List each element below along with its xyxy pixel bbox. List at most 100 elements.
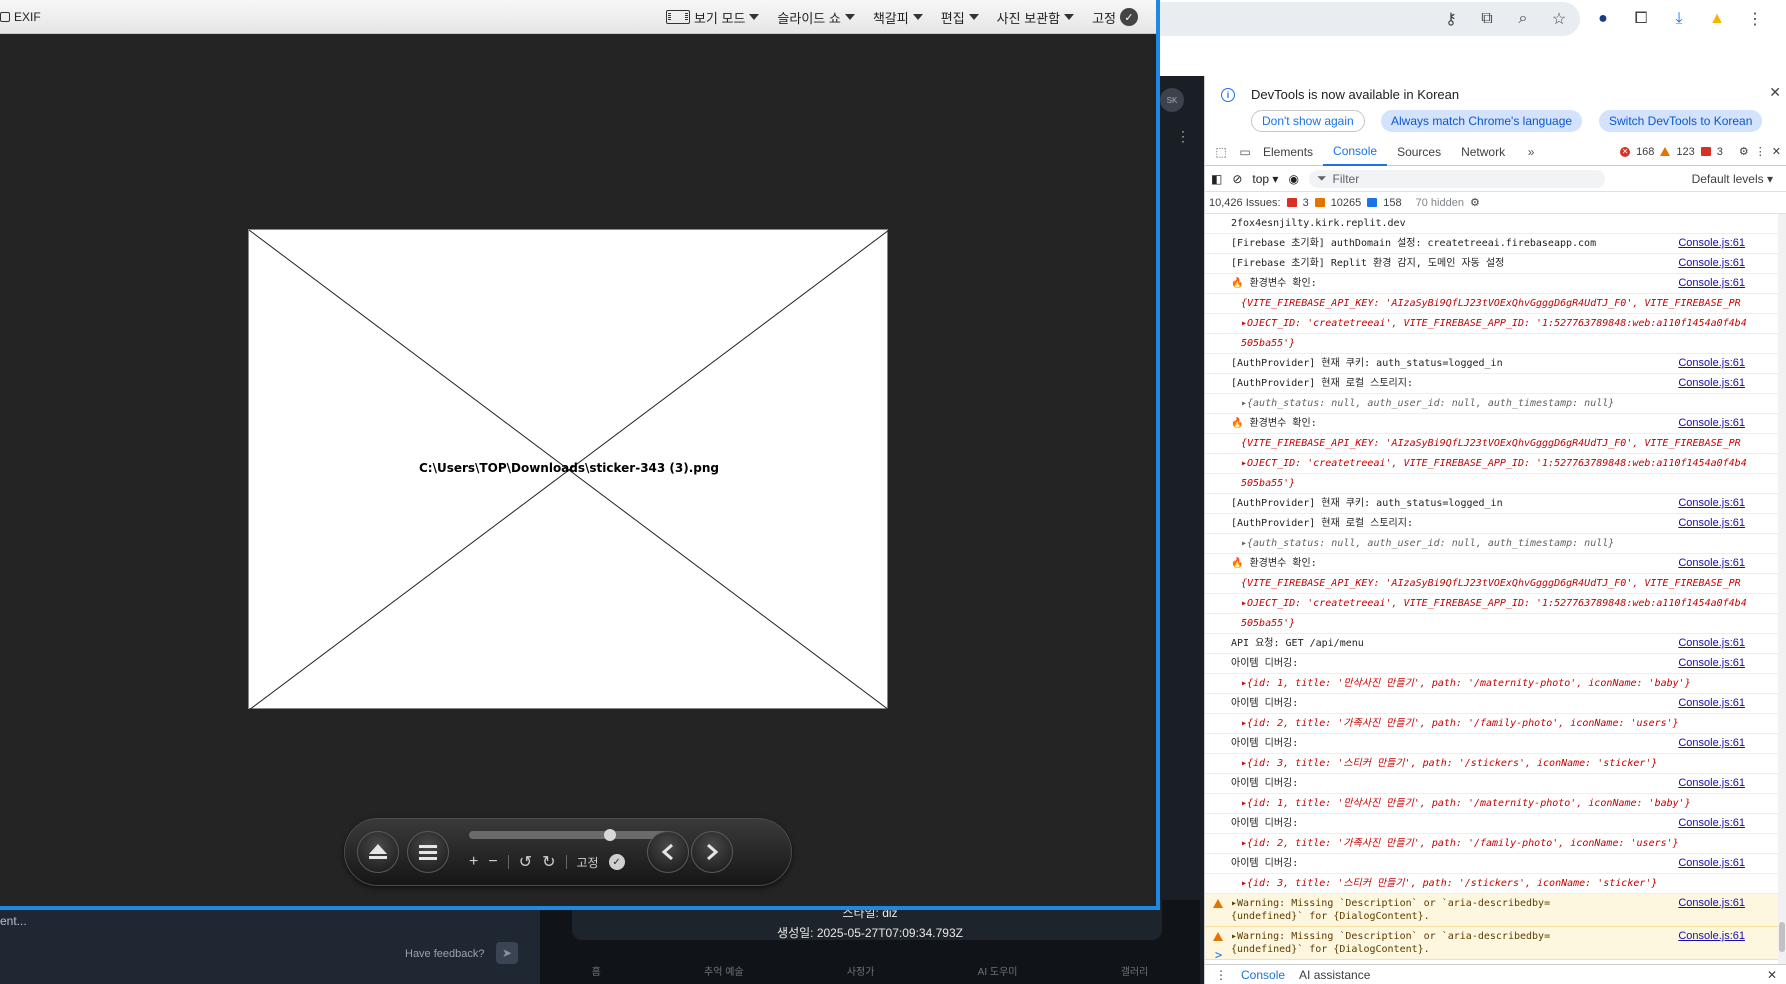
warning-text[interactable]: ▸Warning: Missing `Description` or `aria… <box>1231 898 1550 922</box>
pin-label[interactable]: 고정 <box>577 854 599 871</box>
app-nav-item[interactable]: 추억 예술 <box>704 963 744 978</box>
send-icon[interactable]: ➤ <box>496 942 518 964</box>
more-menu-icon[interactable]: ⋮ <box>1744 8 1766 30</box>
close-devtools-icon[interactable]: ✕ <box>1772 145 1781 158</box>
console-prompt[interactable]: > <box>1205 948 1779 964</box>
console-message-text[interactable]: ▸{auth_status: null, auth_user_id: null,… <box>1231 538 1614 549</box>
filter-input[interactable]: ⏷ Filter <box>1308 169 1605 188</box>
key-icon[interactable]: ⚷ <box>1440 8 1462 30</box>
menu-pin[interactable]: 고정 ✓ <box>1092 8 1138 27</box>
message-counts[interactable]: ✕ 168 123 3 ⚙ ⋮ ✕ <box>1620 145 1786 158</box>
close-drawer-icon[interactable]: ✕ <box>1767 968 1786 982</box>
source-link[interactable]: Console.js:61 <box>1678 930 1745 943</box>
prev-button[interactable] <box>647 831 689 873</box>
source-link[interactable]: Console.js:61 <box>1678 737 1745 750</box>
console-message-text[interactable]: {VITE_FIREBASE_API_KEY: 'AIzaSyBi9QfLJ23… <box>1231 438 1741 449</box>
device-toolbar-icon[interactable]: ▭ <box>1237 144 1253 160</box>
install-app-icon[interactable]: ⧉ <box>1476 8 1498 30</box>
source-link[interactable]: Console.js:61 <box>1678 277 1745 290</box>
source-link[interactable]: Console.js:61 <box>1678 517 1745 530</box>
eject-button[interactable] <box>357 831 399 873</box>
zoom-out-icon[interactable]: − <box>488 853 497 871</box>
switch-devtools-korean-button[interactable]: Switch DevTools to Korean <box>1599 110 1763 132</box>
source-link[interactable]: Console.js:61 <box>1678 257 1745 270</box>
menu-slideshow[interactable]: 슬라이드 쇼 <box>777 8 855 27</box>
inspect-element-icon[interactable]: ⬚ <box>1213 144 1229 160</box>
console-message-text[interactable]: 505ba55'} <box>1231 478 1295 489</box>
next-button[interactable] <box>691 831 733 873</box>
source-link[interactable]: Console.js:61 <box>1678 497 1745 510</box>
puzzle-icon[interactable]: ⧠ <box>1630 8 1652 30</box>
source-link[interactable]: Console.js:61 <box>1678 817 1745 830</box>
source-link[interactable]: Console.js:61 <box>1678 557 1745 570</box>
clear-console-icon[interactable]: ⊘ <box>1232 172 1242 186</box>
issues-bar[interactable]: 10,426 Issues: 3 10265 158 70 hidden ⚙ <box>1205 192 1786 214</box>
dont-show-again-button[interactable]: Don't show again <box>1251 110 1365 132</box>
console-message-text[interactable]: {VITE_FIREBASE_API_KEY: 'AIzaSyBi9QfLJ23… <box>1231 298 1741 309</box>
source-link[interactable]: Console.js:61 <box>1678 777 1745 790</box>
check-circle-icon[interactable]: ✓ <box>608 854 625 870</box>
drawer-tab-ai-assistance[interactable]: AI assistance <box>1299 968 1370 982</box>
menu-edit[interactable]: 편집 <box>941 8 979 27</box>
drawer-tab-console[interactable]: Console <box>1241 968 1285 982</box>
app-nav-item[interactable]: 홈 <box>592 963 601 978</box>
close-icon[interactable]: ✕ <box>1769 84 1781 101</box>
console-message-text[interactable]: 505ba55'} <box>1231 618 1295 629</box>
avatar[interactable]: SK <box>1160 88 1184 112</box>
source-link[interactable]: Console.js:61 <box>1678 697 1745 710</box>
console-scrollbar[interactable] <box>1778 214 1786 964</box>
sidebar-toggle-icon[interactable]: ◧ <box>1211 172 1222 186</box>
source-link[interactable]: Console.js:61 <box>1678 637 1745 650</box>
source-link[interactable]: Console.js:61 <box>1678 237 1745 250</box>
scrollbar-thumb[interactable] <box>1779 922 1785 952</box>
rotate-right-icon[interactable]: ↻ <box>542 852 555 872</box>
always-match-language-button[interactable]: Always match Chrome's language <box>1381 110 1583 132</box>
tab-console[interactable]: Console <box>1323 138 1388 166</box>
source-link[interactable]: Console.js:61 <box>1678 377 1745 390</box>
source-link[interactable]: Console.js:61 <box>1678 897 1745 910</box>
zoom-icon[interactable]: ⌕ <box>1512 8 1534 30</box>
console-message-text[interactable]: ▸{id: 2, title: '가족사진 만들기', path: '/fami… <box>1231 838 1679 849</box>
console-message-text[interactable]: ▸{id: 3, title: '스티커 만들기', path: '/stick… <box>1231 758 1657 769</box>
console-message-text[interactable]: ▸OJECT_ID: 'createtreeai', VITE_FIREBASE… <box>1231 598 1747 609</box>
console-message-text[interactable]: ▸{id: 1, title: '만삭사진 만들기', path: '/mate… <box>1231 798 1691 809</box>
menu-bookmark[interactable]: 책갈피 <box>873 8 923 27</box>
drawer-menu-icon[interactable]: ⋮ <box>1215 968 1227 982</box>
menu-view-mode[interactable]: 보기 모드 <box>665 8 760 27</box>
tab-network[interactable]: Network <box>1451 138 1515 166</box>
settings-gear-icon[interactable]: ⚙ <box>1739 145 1749 158</box>
tab-elements[interactable]: Elements <box>1253 138 1323 166</box>
feedback-label[interactable]: Have feedback? <box>405 948 485 960</box>
more-icon[interactable]: ⋮ <box>1176 128 1190 145</box>
menu-photo-archive[interactable]: 사진 보관함 <box>997 8 1075 27</box>
tab-sources[interactable]: Sources <box>1387 138 1451 166</box>
zoom-slider[interactable] <box>469 829 669 841</box>
console-message-text[interactable]: ▸{id: 1, title: '만삭사진 만들기', path: '/mate… <box>1231 678 1691 689</box>
menu-button[interactable] <box>407 831 449 873</box>
more-tabs-icon[interactable]: » <box>1523 144 1539 160</box>
chat-input-text[interactable]: ent... <box>0 914 27 928</box>
download-icon[interactable]: ⤓ <box>1668 8 1690 30</box>
source-link[interactable]: Console.js:61 <box>1678 357 1745 370</box>
console-message-text[interactable]: ▸{id: 2, title: '가족사진 만들기', path: '/fami… <box>1231 718 1679 729</box>
bookmark-star-icon[interactable]: ☆ <box>1548 8 1570 30</box>
zoom-in-icon[interactable]: + <box>469 853 478 871</box>
app-nav-item[interactable]: AI 도우미 <box>978 963 1018 978</box>
source-link[interactable]: Console.js:61 <box>1678 417 1745 430</box>
extension-circle-icon[interactable]: ● <box>1592 8 1614 30</box>
drive-icon[interactable]: ▲ <box>1706 8 1728 30</box>
rotate-left-icon[interactable]: ↺ <box>519 852 532 872</box>
source-link[interactable]: Console.js:61 <box>1678 657 1745 670</box>
console-message-text[interactable]: ▸{auth_status: null, auth_user_id: null,… <box>1231 398 1614 409</box>
source-link[interactable]: Console.js:61 <box>1678 857 1745 870</box>
console-settings-gear-icon[interactable]: ⚙ <box>1470 196 1480 209</box>
app-nav-item[interactable]: 사정가 <box>847 963 875 978</box>
console-message-text[interactable]: ▸{id: 3, title: '스티커 만들기', path: '/stick… <box>1231 878 1657 889</box>
log-levels-dropdown[interactable]: Default levels ▾ <box>1692 172 1786 186</box>
exif-button[interactable]: EXIF <box>0 0 41 34</box>
console-message-text[interactable]: {VITE_FIREBASE_API_KEY: 'AIzaSyBi9QfLJ23… <box>1231 578 1741 589</box>
console-message-text[interactable]: ▸OJECT_ID: 'createtreeai', VITE_FIREBASE… <box>1231 318 1747 329</box>
context-select[interactable]: top ▾ <box>1252 172 1278 186</box>
console-message-text[interactable]: 505ba55'} <box>1231 338 1295 349</box>
app-nav-item[interactable]: 갤러리 <box>1121 963 1149 978</box>
